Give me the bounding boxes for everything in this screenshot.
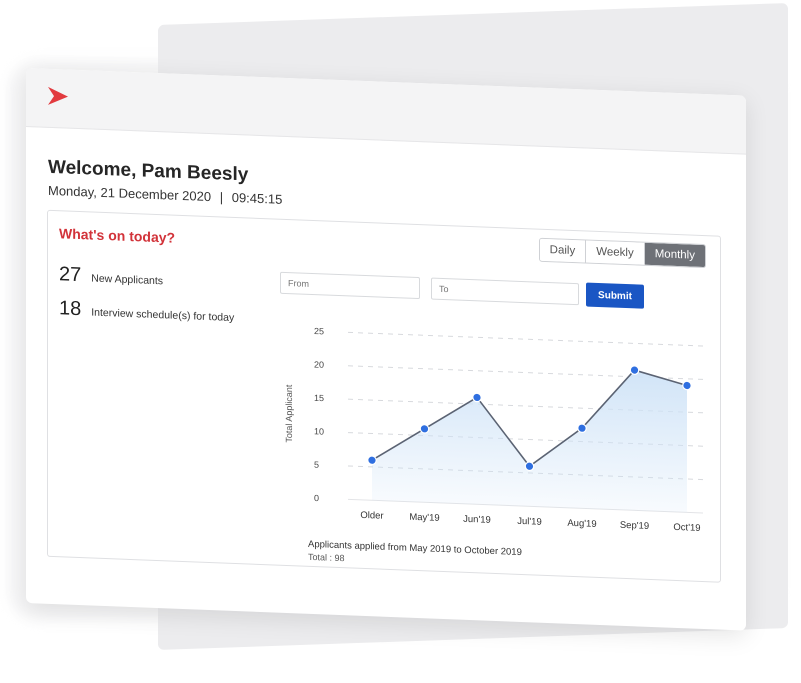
x-tick-label: Jul'19 [517,516,542,528]
tab-monthly[interactable]: Monthly [644,242,705,268]
x-tick-label: May'19 [409,512,439,524]
welcome-heading: Welcome, Pam Beesly [48,156,249,186]
submit-button[interactable]: Submit [586,282,644,309]
tab-daily[interactable]: Daily [539,238,587,263]
stat-label: Interview schedule(s) for today [91,306,235,324]
data-point [682,380,692,391]
area-fill [372,370,687,513]
grid-line [348,331,703,347]
data-point [524,461,535,472]
current-date: Monday, 21 December 2020 [48,182,212,205]
brand-logo-icon[interactable] [46,84,70,109]
stat-interviews: 18 Interview schedule(s) for today [59,297,234,327]
y-tick-label: 0 [314,493,319,503]
y-tick-label: 20 [314,359,324,369]
x-tick-label: Aug'19 [567,518,596,530]
current-time: 09:45:15 [231,189,283,207]
applicants-chart: 0 5 10 15 20 25 Total Applicant Older May'19 Jun'… [284,326,703,534]
x-tick-label: Older [360,510,383,522]
x-tick-label: Sep'19 [620,520,649,532]
stat-new-applicants: 27 New Applicants [59,263,163,290]
y-tick-label: 15 [314,393,324,403]
panel-title: What's on today? [59,225,176,246]
period-toggle: Daily Weekly Monthly [538,237,706,269]
data-point [472,392,482,403]
x-tick-label: Jun'19 [463,514,491,526]
stat-number: 18 [59,297,82,321]
data-point [367,455,377,466]
stat-number: 27 [59,263,82,287]
to-date-input[interactable] [431,277,579,306]
data-point [577,423,587,434]
data-point [629,365,640,375]
chart-total: Total : 98 [308,551,345,564]
y-tick-label: 25 [314,326,324,336]
dashboard-card: Welcome, Pam Beesly Monday, 21 December … [26,68,746,631]
data-point [419,424,430,434]
date-separator: | [219,189,224,205]
y-tick-label: 10 [314,426,324,436]
y-tick-label: 5 [314,460,319,470]
stat-label: New Applicants [91,272,164,288]
from-date-input[interactable] [280,271,420,300]
x-tick-label: Oct'19 [673,522,700,534]
tab-weekly[interactable]: Weekly [586,240,645,265]
today-panel: What's on today? Daily Weekly Monthly 27… [47,209,721,583]
y-axis-label: Total Applicant [284,384,294,443]
